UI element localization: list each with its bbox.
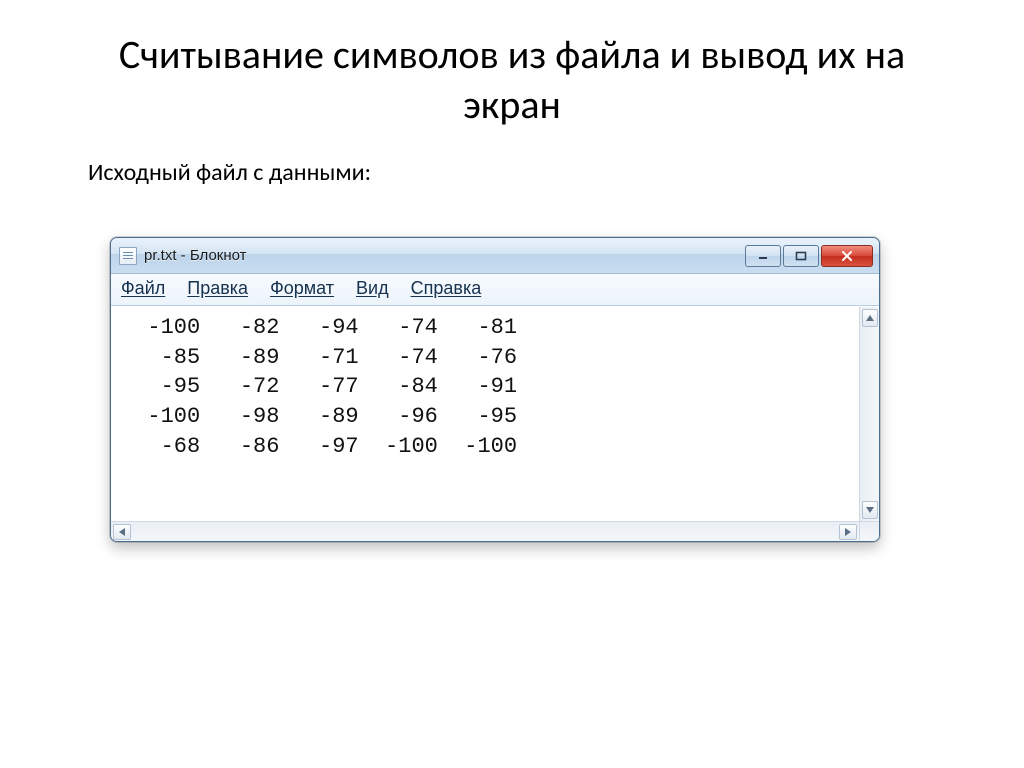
slide-subtitle: Исходный файл с данными: xyxy=(88,158,944,187)
data-row: -100 -98 -89 -96 -95 xyxy=(121,402,855,432)
close-button[interactable] xyxy=(821,245,873,267)
window-title: pr.txt - Блокнот xyxy=(144,247,247,264)
menu-help[interactable]: Справка xyxy=(411,278,482,299)
vertical-scrollbar[interactable] xyxy=(859,307,879,521)
slide-title: Считывание символов из файла и вывод их … xyxy=(80,30,944,130)
scroll-left-icon[interactable] xyxy=(113,524,131,540)
scrollbar-corner xyxy=(859,522,879,542)
maximize-button[interactable] xyxy=(783,245,819,267)
data-row: -100 -82 -94 -74 -81 xyxy=(121,313,855,343)
menu-format[interactable]: Формат xyxy=(270,278,334,299)
notepad-icon xyxy=(119,247,137,265)
data-row: -85 -89 -71 -74 -76 xyxy=(121,343,855,373)
scroll-down-icon[interactable] xyxy=(862,501,878,519)
text-area[interactable]: -100 -82 -94 -74 -81 -85 -89 -71 -74 -76… xyxy=(111,307,859,521)
horizontal-scrollbar[interactable] xyxy=(111,521,879,541)
scroll-up-icon[interactable] xyxy=(862,309,878,327)
titlebar[interactable]: pr.txt - Блокнот xyxy=(111,238,879,274)
data-row: -95 -72 -77 -84 -91 xyxy=(121,372,855,402)
menu-view[interactable]: Вид xyxy=(356,278,389,299)
menu-bar: Файл Правка Формат Вид Справка xyxy=(111,274,879,306)
minimize-button[interactable] xyxy=(745,245,781,267)
data-row: -68 -86 -97 -100 -100 xyxy=(121,432,855,462)
menu-file[interactable]: Файл xyxy=(121,278,165,299)
scroll-right-icon[interactable] xyxy=(839,524,857,540)
menu-edit[interactable]: Правка xyxy=(187,278,248,299)
notepad-window: pr.txt - Блокнот Файл Правка Формат Вид … xyxy=(110,237,880,542)
